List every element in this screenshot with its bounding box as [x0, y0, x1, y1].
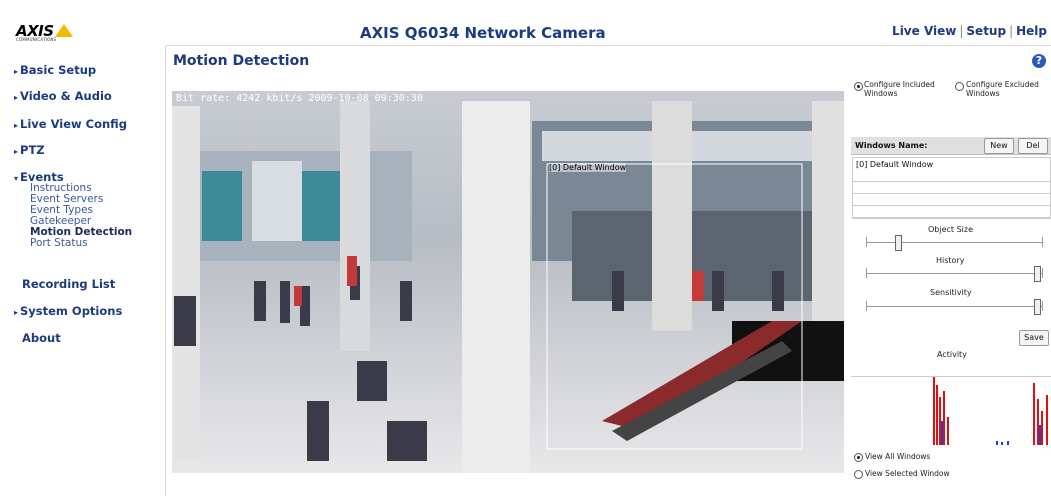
- page-title: AXIS Q6034 Network Camera: [360, 24, 606, 42]
- video-overlay-text: Bit rate: 4242 kbit/s 2009-10-08 09:30:3…: [176, 93, 423, 104]
- new-window-button[interactable]: New: [984, 138, 1014, 154]
- slider-tick: [1042, 301, 1043, 311]
- activity-bar: [933, 377, 935, 445]
- nav-label: Basic Setup: [20, 63, 97, 77]
- nav-label: Video & Audio: [20, 89, 112, 103]
- nav-label: System Options: [20, 304, 123, 318]
- arrow-right-icon: ▸: [14, 93, 19, 102]
- slider-tick: [1042, 237, 1043, 247]
- object-size-label: Object Size: [928, 225, 974, 234]
- nav-video-audio[interactable]: ▸ Video & Audio: [14, 89, 112, 103]
- arrow-down-icon: ▾: [14, 174, 19, 183]
- activity-label: Activity: [937, 350, 967, 359]
- delete-window-button[interactable]: Del: [1018, 138, 1048, 154]
- nav-separator: |: [959, 24, 964, 38]
- history-label: History: [936, 256, 965, 265]
- activity-bar: [1007, 441, 1009, 445]
- history-track: [866, 273, 1042, 274]
- sensitivity-slider-thumb[interactable]: [1033, 299, 1041, 315]
- view-all-label: View All Windows: [865, 452, 931, 461]
- nav-live-view-config[interactable]: ▸ Live View Config: [14, 117, 127, 131]
- slider-tick: [1042, 268, 1043, 278]
- live-video[interactable]: [172, 91, 844, 473]
- list-row: [853, 206, 1050, 218]
- object-size-track: [866, 242, 1042, 243]
- top-nav: Live View | Setup | Help: [892, 24, 1047, 38]
- sidebar: ▸ Basic Setup ▸ Video & Audio ▸ Live View C…: [0, 46, 166, 496]
- help-link[interactable]: Help: [1016, 24, 1047, 38]
- arrow-right-icon: ▸: [14, 147, 19, 156]
- activity-bar: [943, 391, 945, 445]
- activity-bar: [939, 397, 941, 445]
- save-button[interactable]: Save: [1019, 330, 1049, 346]
- activity-bar: [1001, 442, 1003, 445]
- nav-about[interactable]: About: [22, 331, 61, 345]
- nav-ptz[interactable]: ▸ PTZ: [14, 143, 45, 157]
- nav-label: PTZ: [20, 143, 45, 157]
- config-included-label: Configure Included Windows: [864, 80, 935, 98]
- activity-graph: [851, 376, 1051, 445]
- config-excluded-label: Configure Excluded Windows: [966, 80, 1039, 98]
- activity-bar: [1041, 411, 1043, 445]
- arrow-right-icon: ▸: [14, 308, 19, 317]
- activity-graph-svg: [933, 377, 1048, 445]
- logo-subtext: COMMUNICATIONS: [16, 37, 57, 42]
- view-selected-label: View Selected Window: [865, 469, 950, 478]
- activity-bar: [996, 441, 998, 445]
- config-included-radio[interactable]: [854, 82, 863, 91]
- sensitivity-label: Sensitivity: [930, 288, 972, 297]
- slider-tick: [866, 268, 867, 278]
- list-row: [853, 170, 1050, 182]
- section-title: Motion Detection: [173, 53, 310, 69]
- activity-bar: [1046, 395, 1048, 445]
- axis-logo[interactable]: AXIS COMMUNICATIONS: [16, 22, 76, 42]
- video-scene-graphic: [172, 91, 844, 473]
- setup-link[interactable]: Setup: [966, 24, 1006, 38]
- windows-name-label: Windows Name:: [855, 141, 928, 150]
- activity-bar: [1039, 425, 1041, 445]
- activity-bar: [947, 417, 949, 445]
- history-slider-thumb[interactable]: [1033, 266, 1041, 282]
- header: AXIS COMMUNICATIONS AXIS Q6034 Network C…: [0, 0, 1051, 46]
- activity-bar: [936, 385, 938, 445]
- list-row: [853, 182, 1050, 194]
- config-excluded-radio[interactable]: [955, 82, 964, 91]
- logo-triangle-icon: [55, 24, 73, 37]
- nav-sub-port-status[interactable]: Port Status: [30, 238, 88, 249]
- nav-separator: |: [1009, 24, 1014, 38]
- object-size-slider-thumb[interactable]: [894, 235, 902, 251]
- slider-tick: [866, 237, 867, 247]
- slider-tick: [866, 301, 867, 311]
- header-divider: [166, 45, 1051, 46]
- sensitivity-track: [866, 306, 1042, 307]
- nav-recording-list[interactable]: Recording List: [22, 277, 115, 291]
- nav-system-options[interactable]: ▸ System Options: [14, 304, 122, 318]
- activity-bar: [941, 421, 943, 445]
- view-selected-radio[interactable]: [854, 470, 863, 479]
- activity-bar: [1037, 399, 1039, 445]
- arrow-right-icon: ▸: [14, 121, 19, 130]
- view-all-radio[interactable]: [854, 453, 863, 462]
- help-icon[interactable]: ?: [1032, 54, 1046, 68]
- nav-label: Live View Config: [20, 117, 127, 131]
- list-item-default-window[interactable]: [0] Default Window: [856, 160, 933, 169]
- activity-bar: [1033, 383, 1035, 445]
- arrow-right-icon: ▸: [14, 67, 19, 76]
- live-view-link[interactable]: Live View: [892, 24, 956, 38]
- list-row: [853, 194, 1050, 206]
- nav-basic-setup[interactable]: ▸ Basic Setup: [14, 63, 96, 77]
- detection-window-label[interactable]: [0] Default Window: [549, 163, 627, 172]
